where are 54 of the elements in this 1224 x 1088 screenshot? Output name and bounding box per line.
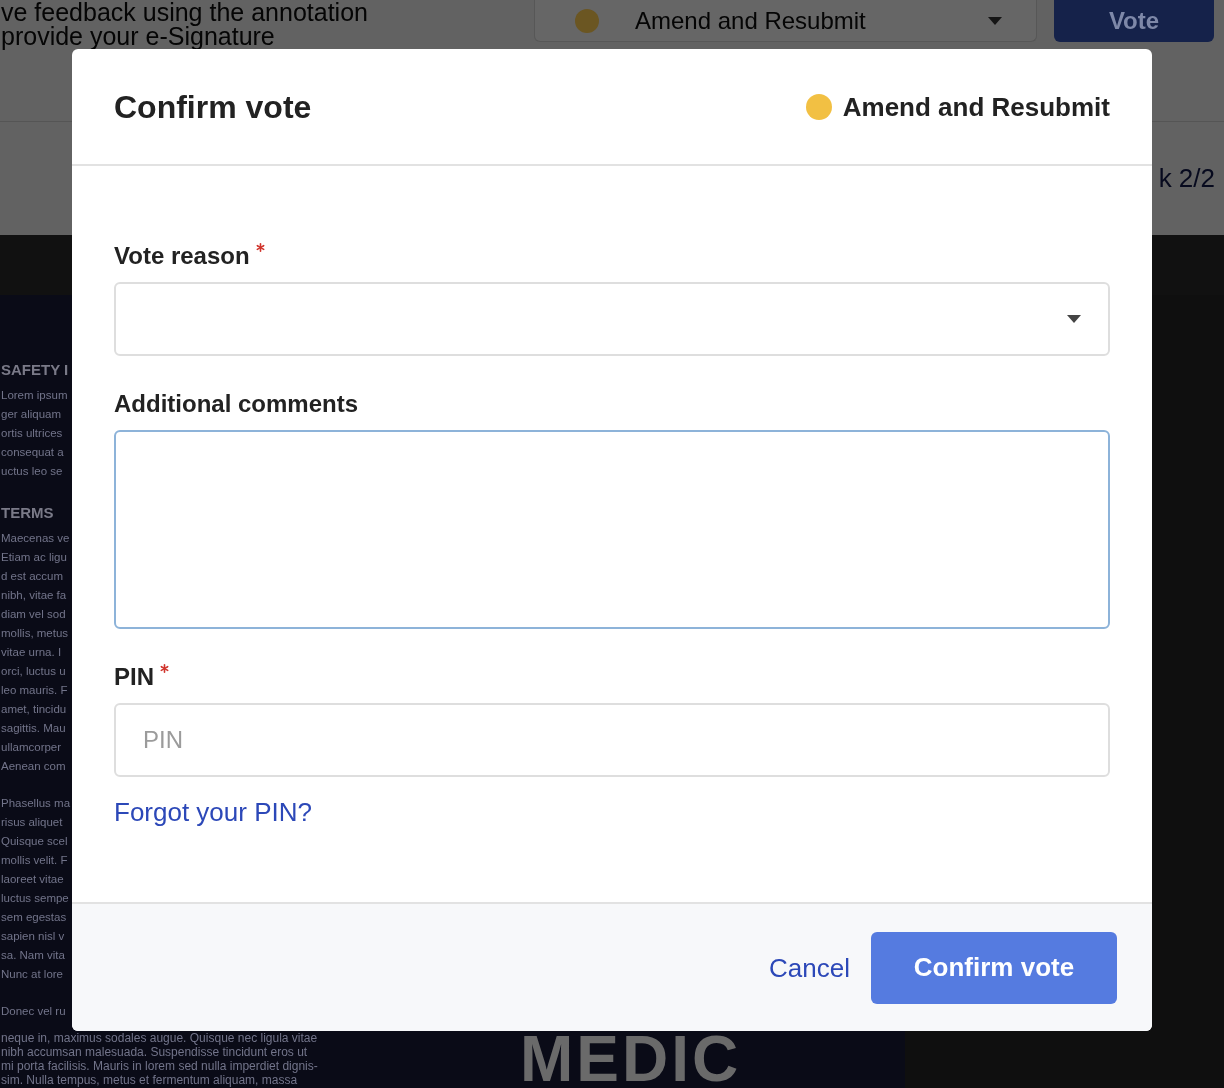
field-label: Additional comments bbox=[114, 389, 359, 419]
paragraph-line: laoreet vitae bbox=[1, 872, 64, 887]
section-heading: SAFETY I bbox=[1, 360, 69, 380]
cancel-button[interactable]: Cancel bbox=[769, 951, 850, 984]
paragraph-line: Phasellus ma bbox=[1, 796, 71, 811]
vote-select[interactable]: Amend and Resubmit bbox=[534, 0, 1037, 42]
paragraph-line: ortis ultrices bbox=[1, 426, 63, 441]
paragraph-line: mollis velit. F bbox=[1, 853, 68, 868]
paragraph-line: neque in, maximus sodales augue. Quisque nec ligula vitae bbox=[1, 1030, 318, 1045]
paragraph-line: mi porta facilisis. Mauris in lorem sed nulla imperdiet dignis- bbox=[1, 1058, 318, 1073]
dialog-title: Confirm vote bbox=[114, 87, 312, 126]
section-heading: TERMS bbox=[1, 503, 54, 523]
paragraph-line: consequat a bbox=[1, 445, 64, 460]
field-label: Vote reason bbox=[114, 241, 250, 271]
instruction-text: ve feedback using the annotation bbox=[1, 0, 368, 24]
vote-reason-select[interactable] bbox=[114, 282, 1110, 356]
paragraph-line: ger aliquam bbox=[1, 407, 62, 422]
paragraph-line: nibh, vitae fa bbox=[1, 588, 67, 603]
logo-text: MEDIC bbox=[520, 1030, 742, 1087]
paragraph-line: Lorem ipsum bbox=[1, 388, 68, 403]
paragraph-line: d est accum bbox=[1, 569, 63, 584]
paragraph-line: sagittis. Mau bbox=[1, 721, 66, 736]
paragraph-line: vitae urna. I bbox=[1, 645, 62, 660]
paragraph-line: sem egestas bbox=[1, 910, 67, 925]
paragraph-line: nibh accumsan malesuada. Suspendisse tincidunt eros ut bbox=[1, 1044, 308, 1059]
paragraph-line: sa. Nam vita bbox=[1, 948, 65, 963]
paragraph-line: leo mauris. F bbox=[1, 683, 68, 698]
pin-input[interactable]: PIN bbox=[114, 703, 1110, 777]
field-label: PIN bbox=[114, 662, 154, 692]
status-dot-icon bbox=[575, 8, 599, 33]
decision-label: Amend and Resubmit bbox=[842, 90, 1110, 123]
paragraph-line: uctus leo se bbox=[1, 464, 63, 479]
paragraph-line: Maecenas ve bbox=[1, 531, 70, 546]
caret-icon bbox=[1067, 315, 1081, 323]
paragraph-line: mollis, metus bbox=[1, 626, 69, 641]
caret-icon bbox=[988, 16, 1002, 25]
paragraph-line: sapien nisl v bbox=[1, 929, 65, 944]
paragraph-line: sim. Nulla tempus, metus et fermentum aliquam, massa bbox=[1, 1072, 298, 1087]
paragraph-line: Nunc at lore bbox=[1, 967, 63, 982]
paragraph-line: luctus sempe bbox=[1, 891, 69, 906]
paragraph-line: Aenean com bbox=[1, 759, 66, 774]
forgot-pin-link[interactable]: Forgot your PIN? bbox=[114, 796, 312, 828]
paragraph-line: risus aliquet bbox=[1, 815, 63, 830]
paragraph-line: amet, tincidu bbox=[1, 702, 67, 717]
paragraph-line: diam vel sod bbox=[1, 607, 66, 622]
paragraph-line: Quisque scel bbox=[1, 834, 68, 849]
paragraph-line: Donec vel ru bbox=[1, 1004, 66, 1019]
vote-button[interactable]: Vote bbox=[1054, 0, 1214, 42]
paragraph-line: Etiam ac ligu bbox=[1, 550, 67, 565]
paragraph-line: ullamcorper bbox=[1, 740, 62, 755]
comments-textarea[interactable] bbox=[114, 430, 1110, 629]
progress-label: k 2/2 bbox=[1158, 163, 1215, 194]
confirm-vote-button[interactable]: Confirm vote bbox=[871, 931, 1117, 1004]
paragraph-line: orci, luctus u bbox=[1, 664, 66, 679]
